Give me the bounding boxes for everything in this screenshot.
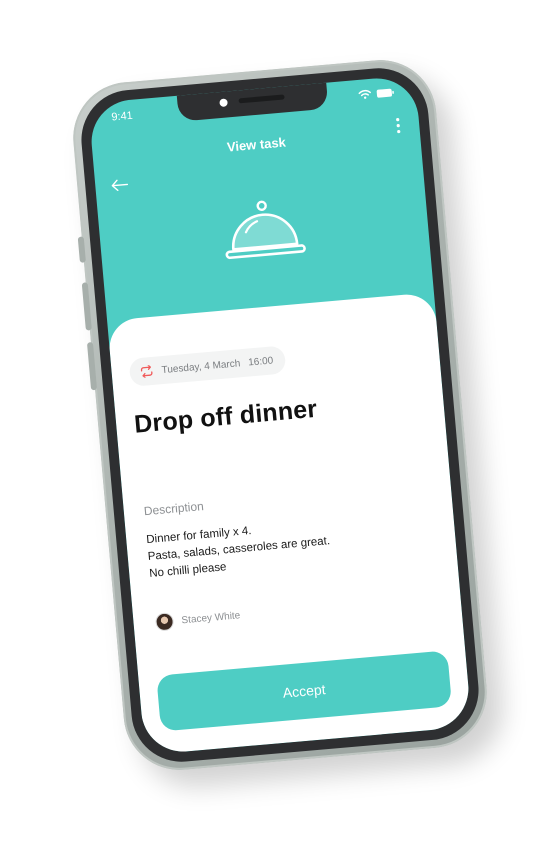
task-title: Drop off dinner bbox=[133, 394, 319, 439]
task-card: Tuesday, 4 March 16:00 Drop off dinner D… bbox=[107, 292, 472, 756]
camera-icon bbox=[219, 98, 228, 108]
status-icons bbox=[358, 87, 395, 100]
serving-cloche-icon bbox=[219, 193, 308, 266]
page-title: View task bbox=[226, 134, 287, 155]
avatar bbox=[154, 612, 175, 632]
author-name: Stacey White bbox=[181, 609, 241, 626]
description-label: Description bbox=[143, 499, 205, 519]
author: Stacey White bbox=[154, 606, 241, 632]
description-text: Dinner for family x 4. Pasta, salads, ca… bbox=[146, 516, 333, 583]
repeat-icon bbox=[139, 364, 154, 379]
stage: 9:41 View task Tuesday, 4 March 16:00 Dr… bbox=[0, 0, 551, 841]
accept-button[interactable]: Accept bbox=[156, 650, 453, 732]
phone-mockup: 9:41 View task Tuesday, 4 March 16:00 Dr… bbox=[68, 55, 492, 775]
battery-icon bbox=[376, 87, 395, 98]
wifi-icon bbox=[358, 89, 372, 100]
status-time: 9:41 bbox=[110, 109, 134, 124]
date-chip: Tuesday, 4 March 16:00 bbox=[128, 345, 287, 387]
task-date: Tuesday, 4 March bbox=[161, 357, 241, 376]
speaker-grille bbox=[238, 94, 285, 104]
phone-screen: 9:41 View task Tuesday, 4 March 16:00 Dr… bbox=[88, 74, 472, 756]
arrow-left-icon[interactable] bbox=[109, 176, 130, 192]
task-time: 16:00 bbox=[247, 354, 274, 369]
